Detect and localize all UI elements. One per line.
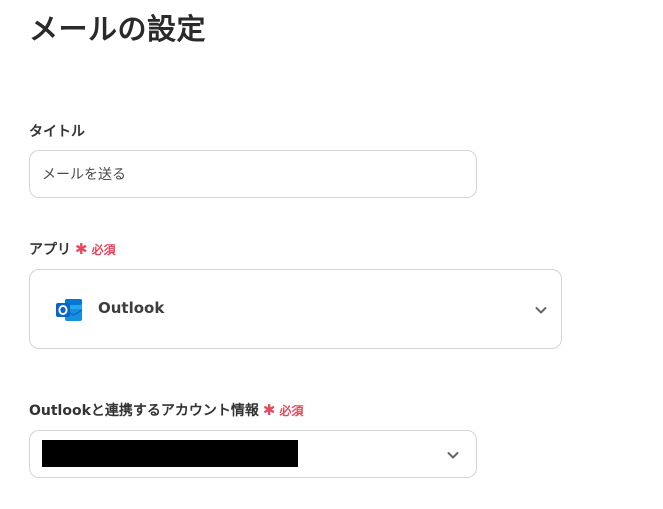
title-label-text: タイトル [29,124,85,140]
required-text: 必須 [91,242,116,257]
required-badge: ✱ 必須 [263,402,304,419]
app-field-label: アプリ ✱ 必須 [29,239,116,259]
outlook-icon [56,299,83,321]
account-select[interactable] [29,430,477,478]
page-title: メールの設定 [29,12,207,46]
required-text: 必須 [279,403,304,418]
required-badge: ✱ 必須 [75,241,116,258]
required-asterisk-icon: ✱ [75,239,88,258]
chevron-down-icon [447,452,459,459]
redacted-account-value [42,440,298,467]
account-field-label: Outlookと連携するアカウント情報 ✱ 必須 [29,400,304,420]
required-asterisk-icon: ✱ [262,400,276,419]
title-input[interactable]: メールを送る [29,150,477,198]
selected-app-name: Outlook [98,299,165,317]
title-input-value: メールを送る [42,167,126,183]
app-select[interactable]: Outlook [29,269,562,349]
chevron-down-icon [535,307,547,314]
app-label-text: アプリ [29,242,71,258]
title-field-label: タイトル [29,121,85,141]
account-label-text: Outlookと連携するアカウント情報 [29,403,259,419]
